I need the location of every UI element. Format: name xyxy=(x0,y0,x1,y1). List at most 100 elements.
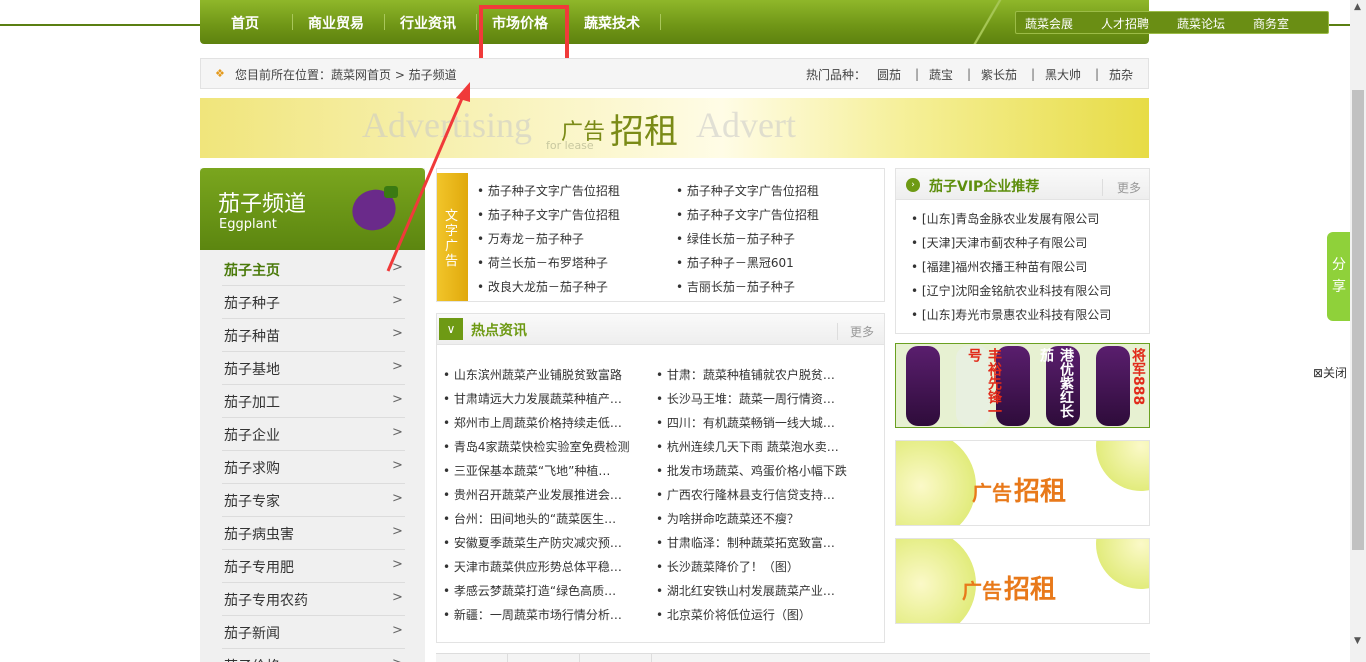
scroll-down-icon[interactable]: ▼ xyxy=(1354,636,1361,646)
channel-menu-item[interactable]: 茄子种子 > xyxy=(200,289,425,322)
channel-menu-item[interactable]: 茄子种苗 > xyxy=(200,322,425,355)
scrollbar[interactable]: ▲ ▼ xyxy=(1350,0,1366,662)
ad-text-small: 广告 xyxy=(962,579,1002,603)
text-ad-link[interactable]: • 茄子种子文字广告位招租 xyxy=(676,206,819,223)
channel-menu-label: 茄子价格 xyxy=(224,656,280,662)
text-ad-link[interactable]: • 荷兰长茄－布罗塔种子 xyxy=(477,254,608,271)
ad-space-box[interactable]: 广告 招租 xyxy=(895,440,1150,526)
news-link[interactable]: • 三亚保基本蔬菜“飞地”种植… xyxy=(443,462,610,479)
news-link[interactable]: • 为啥拼命吃蔬菜还不瘦？ xyxy=(656,510,799,527)
vip-company-link[interactable]: • [天津]天津市蓟农种子有限公司 xyxy=(911,234,1087,251)
text-ads-box: 文字广告 • 茄子种子文字广告位招租 • 茄子种子文字广告位招租 • 万寿龙－茄子种… xyxy=(436,168,885,302)
scroll-up-icon[interactable]: ▲ xyxy=(1354,2,1361,12)
chevron-right-icon: > xyxy=(392,326,403,341)
nav-industry-news[interactable]: 行业资讯 xyxy=(400,13,456,33)
news-link[interactable]: • 湖北红安铁山村发展蔬菜产业… xyxy=(656,582,835,599)
hot-variety-link[interactable]: 圆茄 xyxy=(877,66,901,83)
channel-menu-item[interactable]: 茄子专用肥 > xyxy=(200,553,425,586)
bottom-tab[interactable] xyxy=(436,654,508,662)
nav-sub-jobs[interactable]: 人才招聘 xyxy=(1101,15,1149,32)
channel-menu-item[interactable]: 茄子主页 > xyxy=(200,256,425,289)
vip-companies-box: › 茄子VIP企业推荐 更多 • [山东]青岛金脉农业发展有限公司 • [天津]天… xyxy=(895,168,1150,334)
channel-menu-label: 茄子专家 xyxy=(224,494,280,510)
channel-menu-item[interactable]: 茄子基地 > xyxy=(200,355,425,388)
hot-news-title: 热点资讯 xyxy=(471,323,527,339)
hot-variety-link[interactable]: 黑大帅 xyxy=(1045,66,1081,83)
vip-more-link[interactable]: 更多 xyxy=(1102,179,1141,196)
news-link[interactable]: • 长沙马王堆：蔬菜一周行情资… xyxy=(656,390,835,407)
bottom-tab[interactable] xyxy=(508,654,580,662)
vip-company-link[interactable]: • [福建]福州农播王种苗有限公司 xyxy=(911,258,1087,275)
breadcrumb-location[interactable]: 您目前所在位置：蔬菜网首页 > 茄子频道 xyxy=(235,66,457,83)
news-link[interactable]: • 天津市蔬菜供应形势总体平稳… xyxy=(443,558,622,575)
text-ad-link[interactable]: • 茄子种子文字广告位招租 xyxy=(676,182,819,199)
news-link[interactable]: • 郑州市上周蔬菜价格持续走低… xyxy=(443,414,622,431)
banner-ghost-text: Advert xyxy=(696,105,796,145)
news-link[interactable]: • 批发市场蔬菜、鸡蛋价格小幅下跌 xyxy=(656,462,847,479)
channel-menu-label: 茄子病虫害 xyxy=(224,527,294,543)
vip-company-link[interactable]: • [辽宁]沈阳金铭航农业科技有限公司 xyxy=(911,282,1111,299)
nav-sub-office[interactable]: 商务室 xyxy=(1253,15,1289,32)
channel-menu-item[interactable]: 茄子价格 > xyxy=(200,652,425,662)
nav-sub-links: 蔬菜会展 人才招聘 蔬菜论坛 商务室 xyxy=(1015,11,1329,34)
nav-vegetable-tech[interactable]: 蔬菜技术 xyxy=(584,13,640,33)
hot-news-more-link[interactable]: 更多 xyxy=(837,323,874,340)
hot-variety-link[interactable]: 紫长茄 xyxy=(981,66,1017,83)
chevron-right-icon: > xyxy=(392,425,403,440)
channel-menu-item[interactable]: 茄子专家 > xyxy=(200,487,425,520)
text-ad-link[interactable]: • 改良大龙茄－茄子种子 xyxy=(477,278,608,295)
channel-menu-item[interactable]: 茄子求购 > xyxy=(200,454,425,487)
divider xyxy=(222,318,405,319)
news-link[interactable]: • 孝感云梦蔬菜打造“绿色高质… xyxy=(443,582,616,599)
text-ad-link[interactable]: • 茄子种子－黑冠601 xyxy=(676,254,794,271)
news-link[interactable]: • 甘肃临泽：制种蔬菜拓宽致富… xyxy=(656,534,835,551)
channel-menu-label: 茄子种苗 xyxy=(224,329,280,345)
news-link[interactable]: • 新疆：一周蔬菜市场行情分析… xyxy=(443,606,622,623)
news-link[interactable]: • 安徽夏季蔬菜生产防灾减灾预… xyxy=(443,534,622,551)
hot-variety-link[interactable]: 蔬宝 xyxy=(929,66,953,83)
news-link[interactable]: • 广西农行隆林县支行信贷支持… xyxy=(656,486,835,503)
bottom-tab[interactable] xyxy=(580,654,652,662)
news-link[interactable]: • 北京菜价将低位运行（图） xyxy=(656,606,811,623)
nav-home[interactable]: 首页 xyxy=(231,13,259,33)
channel-menu-item[interactable]: 茄子专用农药 > xyxy=(200,586,425,619)
text-ad-link[interactable]: • 茄子种子文字广告位招租 xyxy=(477,206,620,223)
text-ad-link[interactable]: • 万寿龙－茄子种子 xyxy=(477,230,584,247)
channel-menu-item[interactable]: 茄子企业 > xyxy=(200,421,425,454)
news-link[interactable]: • 四川：有机蔬菜畅销一线大城… xyxy=(656,414,835,431)
channel-menu-item[interactable]: 茄子新闻 > xyxy=(200,619,425,652)
news-link[interactable]: • 贵州召开蔬菜产业发展推进会… xyxy=(443,486,622,503)
text-ad-link[interactable]: • 绿佳长茄－茄子种子 xyxy=(676,230,795,247)
text-ad-link[interactable]: • 茄子种子文字广告位招租 xyxy=(477,182,620,199)
share-button[interactable]: 分 享 xyxy=(1327,232,1352,321)
news-link[interactable]: • 长沙蔬菜降价了！（图） xyxy=(656,558,799,575)
scrollbar-thumb[interactable] xyxy=(1352,90,1364,550)
close-button[interactable]: ⊠关闭 xyxy=(1313,364,1347,381)
chevron-right-icon: > xyxy=(392,623,403,638)
chevron-right-icon: > xyxy=(392,359,403,374)
seed-product-ad[interactable]: 丰裕先锋一号 港优紫红长茄 将军888 xyxy=(895,343,1150,428)
nav-separator xyxy=(292,14,293,30)
news-link[interactable]: • 台州：田间地头的“蔬菜医生… xyxy=(443,510,616,527)
channel-title: 茄子频道 xyxy=(218,192,307,217)
ad-space-box[interactable]: 广告 招租 xyxy=(895,538,1150,624)
text-ad-link[interactable]: • 吉丽长茄－茄子种子 xyxy=(676,278,795,295)
vip-company-link[interactable]: • [山东]寿光市景惠农业科技有限公司 xyxy=(911,306,1111,323)
nav-sub-exhibition[interactable]: 蔬菜会展 xyxy=(1025,15,1073,32)
news-link[interactable]: • 杭州连续几天下雨 蔬菜泡水卖… xyxy=(656,438,839,455)
channel-menu-item[interactable]: 茄子加工 > xyxy=(200,388,425,421)
channel-menu-item[interactable]: 茄子病虫害 > xyxy=(200,520,425,553)
news-link[interactable]: • 山东滨州蔬菜产业铺脱贫致富路 xyxy=(443,366,622,383)
news-link[interactable]: • 甘肃靖远大力发展蔬菜种植产… xyxy=(443,390,622,407)
nav-trade[interactable]: 商业贸易 xyxy=(308,13,364,33)
text-ads-tag: 文字广告 xyxy=(437,173,468,301)
news-link[interactable]: • 甘肃：蔬菜种植铺就农户脱贫… xyxy=(656,366,835,383)
vip-company-link[interactable]: • [山东]青岛金脉农业发展有限公司 xyxy=(911,210,1099,227)
divider: | xyxy=(915,67,920,81)
hot-variety-link[interactable]: 茄杂 xyxy=(1109,66,1133,83)
news-link[interactable]: • 青岛4家蔬菜快检实验室免费检测 xyxy=(443,438,630,455)
nav-sub-forum[interactable]: 蔬菜论坛 xyxy=(1177,15,1225,32)
divider xyxy=(222,384,405,385)
ad-banner[interactable]: Advertising Advert 广告 招租 for lease xyxy=(200,98,1149,158)
main-nav: 首页 商业贸易 行业资讯 市场价格 蔬菜技术 蔬菜会展 人才招聘 蔬菜论坛 商务… xyxy=(200,0,1329,44)
